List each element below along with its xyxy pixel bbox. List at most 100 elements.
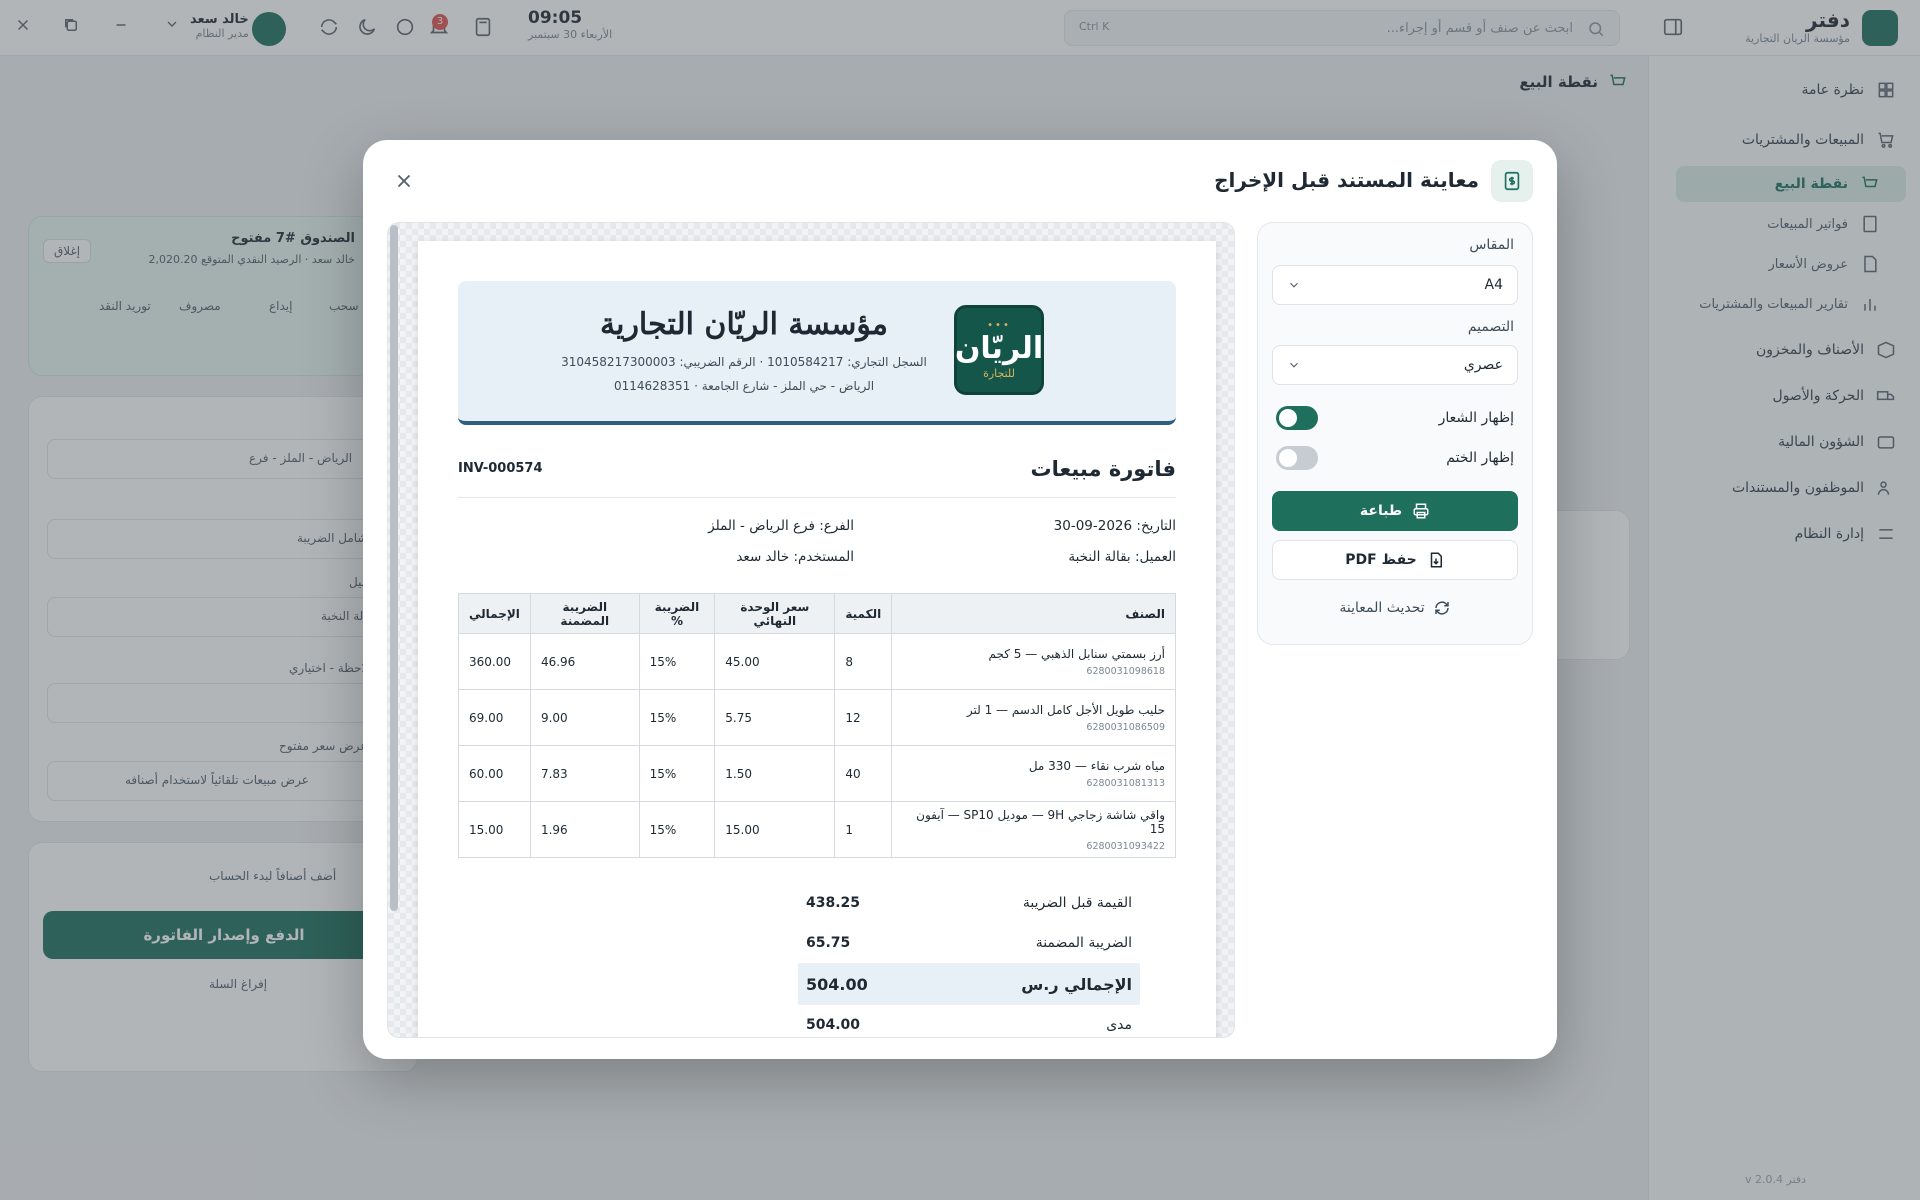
- payment-amount: 504.00: [806, 1017, 861, 1033]
- company-address: الرياض - حي الملز - شارع الجامعة · 01146…: [613, 379, 875, 393]
- company-info: مؤسسة الريّان التجارية السجل التجاري: 10…: [554, 307, 934, 398]
- modal-title: معاينة المستند قبل الإخراج: [1214, 168, 1479, 192]
- qty-cell: 1: [834, 801, 893, 858]
- print-settings-panel: المقاس A4 التصميم عصري إظهار الشعار إظها…: [1257, 222, 1533, 645]
- tax-total-label: الضريبة المضمنة: [1035, 935, 1132, 951]
- item-cell: حليب طويل الأجل كامل الدسم — 1 لتر 628003…: [891, 689, 1176, 746]
- tax-amount-cell: 9.00: [529, 689, 640, 746]
- size-label: المقاس: [1469, 237, 1514, 253]
- invoice-customer: العميل: بقالة النخبة: [1068, 549, 1176, 565]
- company-logo: ••• الريّان للتجارة: [954, 305, 1044, 395]
- design-select-value: عصري: [1463, 357, 1503, 373]
- logo-word: الريّان: [954, 330, 1044, 366]
- column-header-tax-amount: الضريبة المضمنة: [529, 593, 640, 634]
- refresh-preview-label: تحديث المعاينة: [1339, 600, 1425, 616]
- document-preview-area[interactable]: ••• الريّان للتجارة مؤسسة الريّان التجار…: [387, 222, 1235, 1038]
- refresh-icon: [1433, 599, 1451, 617]
- table-row: مياه شرب نقاء — 330 مل 6280031081313 40 1…: [458, 745, 1176, 802]
- size-select-value: A4: [1484, 277, 1503, 293]
- item-barcode: 6280031081313: [1086, 777, 1165, 789]
- unit-price-cell: 45.00: [714, 633, 836, 690]
- invoice-date: التاريخ: 2026-09-30: [1053, 518, 1176, 534]
- grand-total-value: 504.00: [806, 974, 868, 994]
- qty-cell: 8: [834, 633, 893, 690]
- design-select[interactable]: عصري: [1272, 345, 1518, 385]
- invoice-document-icon: [1491, 160, 1533, 202]
- design-label: التصميم: [1467, 319, 1514, 335]
- save-pdf-button[interactable]: حفظ PDF: [1272, 540, 1518, 580]
- item-barcode: 6280031093422: [1086, 840, 1165, 852]
- item-cell: واقي شاشة زجاجي 9H — موديل SP10 — آيفون …: [891, 801, 1176, 858]
- column-header-item: الصنف: [891, 593, 1176, 634]
- total-cell: 360.00: [458, 633, 531, 690]
- item-name: أرز بسمتي سنابل الذهبي — 5 كجم: [988, 646, 1165, 661]
- company-registration: السجل التجاري: 1010584217 · الرقم الضريب…: [561, 355, 927, 369]
- grand-total-label: الإجمالي ر.س: [1021, 974, 1132, 994]
- logo-dots: •••: [987, 319, 1011, 331]
- invoice-items-table: الصنف الكمية سعر الوحدة النهائي الضريبة …: [458, 593, 1176, 858]
- tax-total-row: الضريبة المضمنة 65.75: [798, 927, 1140, 959]
- subtotal-label: القيمة قبل الضريبة: [1022, 895, 1132, 911]
- show-stamp-toggle[interactable]: [1276, 446, 1318, 470]
- item-barcode: 6280031086509: [1086, 721, 1165, 733]
- tax-amount-cell: 46.96: [529, 633, 640, 690]
- company-name: مؤسسة الريّان التجارية: [600, 307, 888, 342]
- subtotal-value: 438.25: [806, 895, 861, 911]
- table-row: حليب طويل الأجل كامل الدسم — 1 لتر 628003…: [458, 689, 1176, 746]
- tax-amount-cell: 1.96: [529, 801, 640, 858]
- tax-amount-cell: 7.83: [529, 745, 640, 802]
- item-cell: مياه شرب نقاء — 330 مل 6280031081313: [891, 745, 1176, 802]
- grand-total-row: الإجمالي ر.س 504.00: [798, 963, 1140, 1005]
- divider: [458, 497, 1176, 498]
- show-logo-row: إظهار الشعار: [1276, 405, 1514, 431]
- item-barcode: 6280031098618: [1086, 665, 1165, 677]
- invoice-title: فاتورة مبيعات: [1030, 457, 1176, 481]
- unit-price-cell: 5.75: [714, 689, 836, 746]
- tax-percent-cell: 15%: [638, 689, 716, 746]
- item-name: مياه شرب نقاء — 330 مل: [1028, 758, 1165, 773]
- print-button-label: طباعة: [1359, 503, 1403, 519]
- qty-cell: 12: [834, 689, 893, 746]
- column-header-tax-percent: الضريبة %: [638, 593, 716, 634]
- invoice-user: المستخدم: خالد سعد: [736, 549, 854, 565]
- show-logo-label: إظهار الشعار: [1438, 410, 1514, 426]
- invoice-header: ••• الريّان للتجارة مؤسسة الريّان التجار…: [458, 281, 1176, 425]
- printer-icon: [1412, 502, 1430, 520]
- close-icon[interactable]: [391, 170, 415, 194]
- total-cell: 60.00: [458, 745, 531, 802]
- show-stamp-row: إظهار الختم: [1276, 445, 1514, 471]
- invoice-paper: ••• الريّان للتجارة مؤسسة الريّان التجار…: [418, 241, 1216, 1037]
- unit-price-cell: 1.50: [714, 745, 836, 802]
- chevron-down-icon: [1287, 358, 1301, 372]
- table-header-row: الصنف الكمية سعر الوحدة النهائي الضريبة …: [458, 593, 1176, 634]
- invoice-branch: الفرع: فرع الرياض - الملز: [708, 518, 854, 534]
- payment-method-label: مدى: [1106, 1017, 1132, 1033]
- refresh-preview-button[interactable]: تحديث المعاينة: [1272, 593, 1518, 623]
- total-cell: 69.00: [458, 689, 531, 746]
- qty-cell: 40: [834, 745, 893, 802]
- preview-scrollbar[interactable]: [390, 225, 398, 911]
- show-logo-toggle[interactable]: [1276, 406, 1318, 430]
- column-header-unit-price: سعر الوحدة النهائي: [714, 593, 836, 634]
- document-preview-modal: معاينة المستند قبل الإخراج المقاس A4 الت…: [363, 140, 1557, 1059]
- column-header-qty: الكمية: [834, 593, 893, 634]
- size-select[interactable]: A4: [1272, 265, 1518, 305]
- item-name: حليب طويل الأجل كامل الدسم — 1 لتر: [966, 702, 1165, 717]
- tax-percent-cell: 15%: [638, 745, 716, 802]
- file-download-icon: [1427, 551, 1445, 569]
- show-stamp-label: إظهار الختم: [1446, 450, 1514, 466]
- print-button[interactable]: طباعة: [1272, 491, 1518, 531]
- table-row: واقي شاشة زجاجي 9H — موديل SP10 — آيفون …: [458, 801, 1176, 858]
- table-row: أرز بسمتي سنابل الذهبي — 5 كجم 6280031098…: [458, 633, 1176, 690]
- tax-percent-cell: 15%: [638, 633, 716, 690]
- chevron-down-icon: [1287, 278, 1301, 292]
- total-cell: 15.00: [458, 801, 531, 858]
- invoice-number: INV-000574: [458, 461, 543, 476]
- payment-row: مدى 504.00: [798, 1009, 1140, 1037]
- column-header-total: الإجمالي: [458, 593, 531, 634]
- subtotal-row: القيمة قبل الضريبة 438.25: [798, 887, 1140, 919]
- item-cell: أرز بسمتي سنابل الذهبي — 5 كجم 6280031098…: [891, 633, 1176, 690]
- tax-total-value: 65.75: [806, 935, 851, 951]
- save-pdf-label: حفظ PDF: [1345, 552, 1417, 568]
- item-name: واقي شاشة زجاجي 9H — موديل SP10 — آيفون …: [916, 807, 1165, 836]
